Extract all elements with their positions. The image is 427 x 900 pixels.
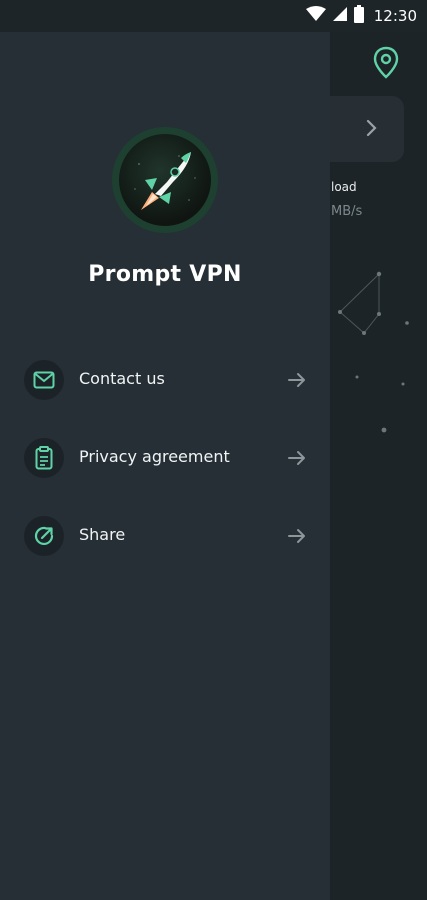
clipboard-icon	[24, 438, 64, 478]
status-bar: 12:30	[0, 0, 427, 32]
mail-icon	[24, 360, 64, 400]
location-pin-icon[interactable]	[372, 46, 400, 80]
menu-item-share[interactable]: Share	[0, 506, 330, 566]
download-label: load	[331, 180, 357, 194]
menu-item-privacy-agreement[interactable]: Privacy agreement	[0, 428, 330, 488]
wifi-icon	[305, 6, 326, 26]
signal-icon	[332, 6, 348, 26]
arrow-right-icon	[288, 450, 306, 466]
constellation-decoration	[338, 271, 409, 433]
menu-item-label: Share	[79, 525, 126, 544]
share-icon	[24, 516, 64, 556]
navigation-drawer: Prompt VPN Contact us Privacy agreement …	[0, 0, 330, 900]
chevron-right-icon	[364, 116, 380, 140]
menu-item-label: Privacy agreement	[79, 447, 230, 466]
status-time: 12:30	[373, 7, 417, 25]
download-speed-value: MB/s	[331, 204, 363, 219]
menu-item-label: Contact us	[79, 369, 165, 388]
rocket-icon	[134, 152, 196, 210]
arrow-right-icon	[288, 372, 306, 388]
battery-icon	[353, 5, 364, 27]
app-name: Prompt VPN	[88, 262, 242, 287]
app-logo	[112, 127, 218, 233]
menu-item-contact-us[interactable]: Contact us	[0, 350, 330, 410]
arrow-right-icon	[288, 528, 306, 544]
